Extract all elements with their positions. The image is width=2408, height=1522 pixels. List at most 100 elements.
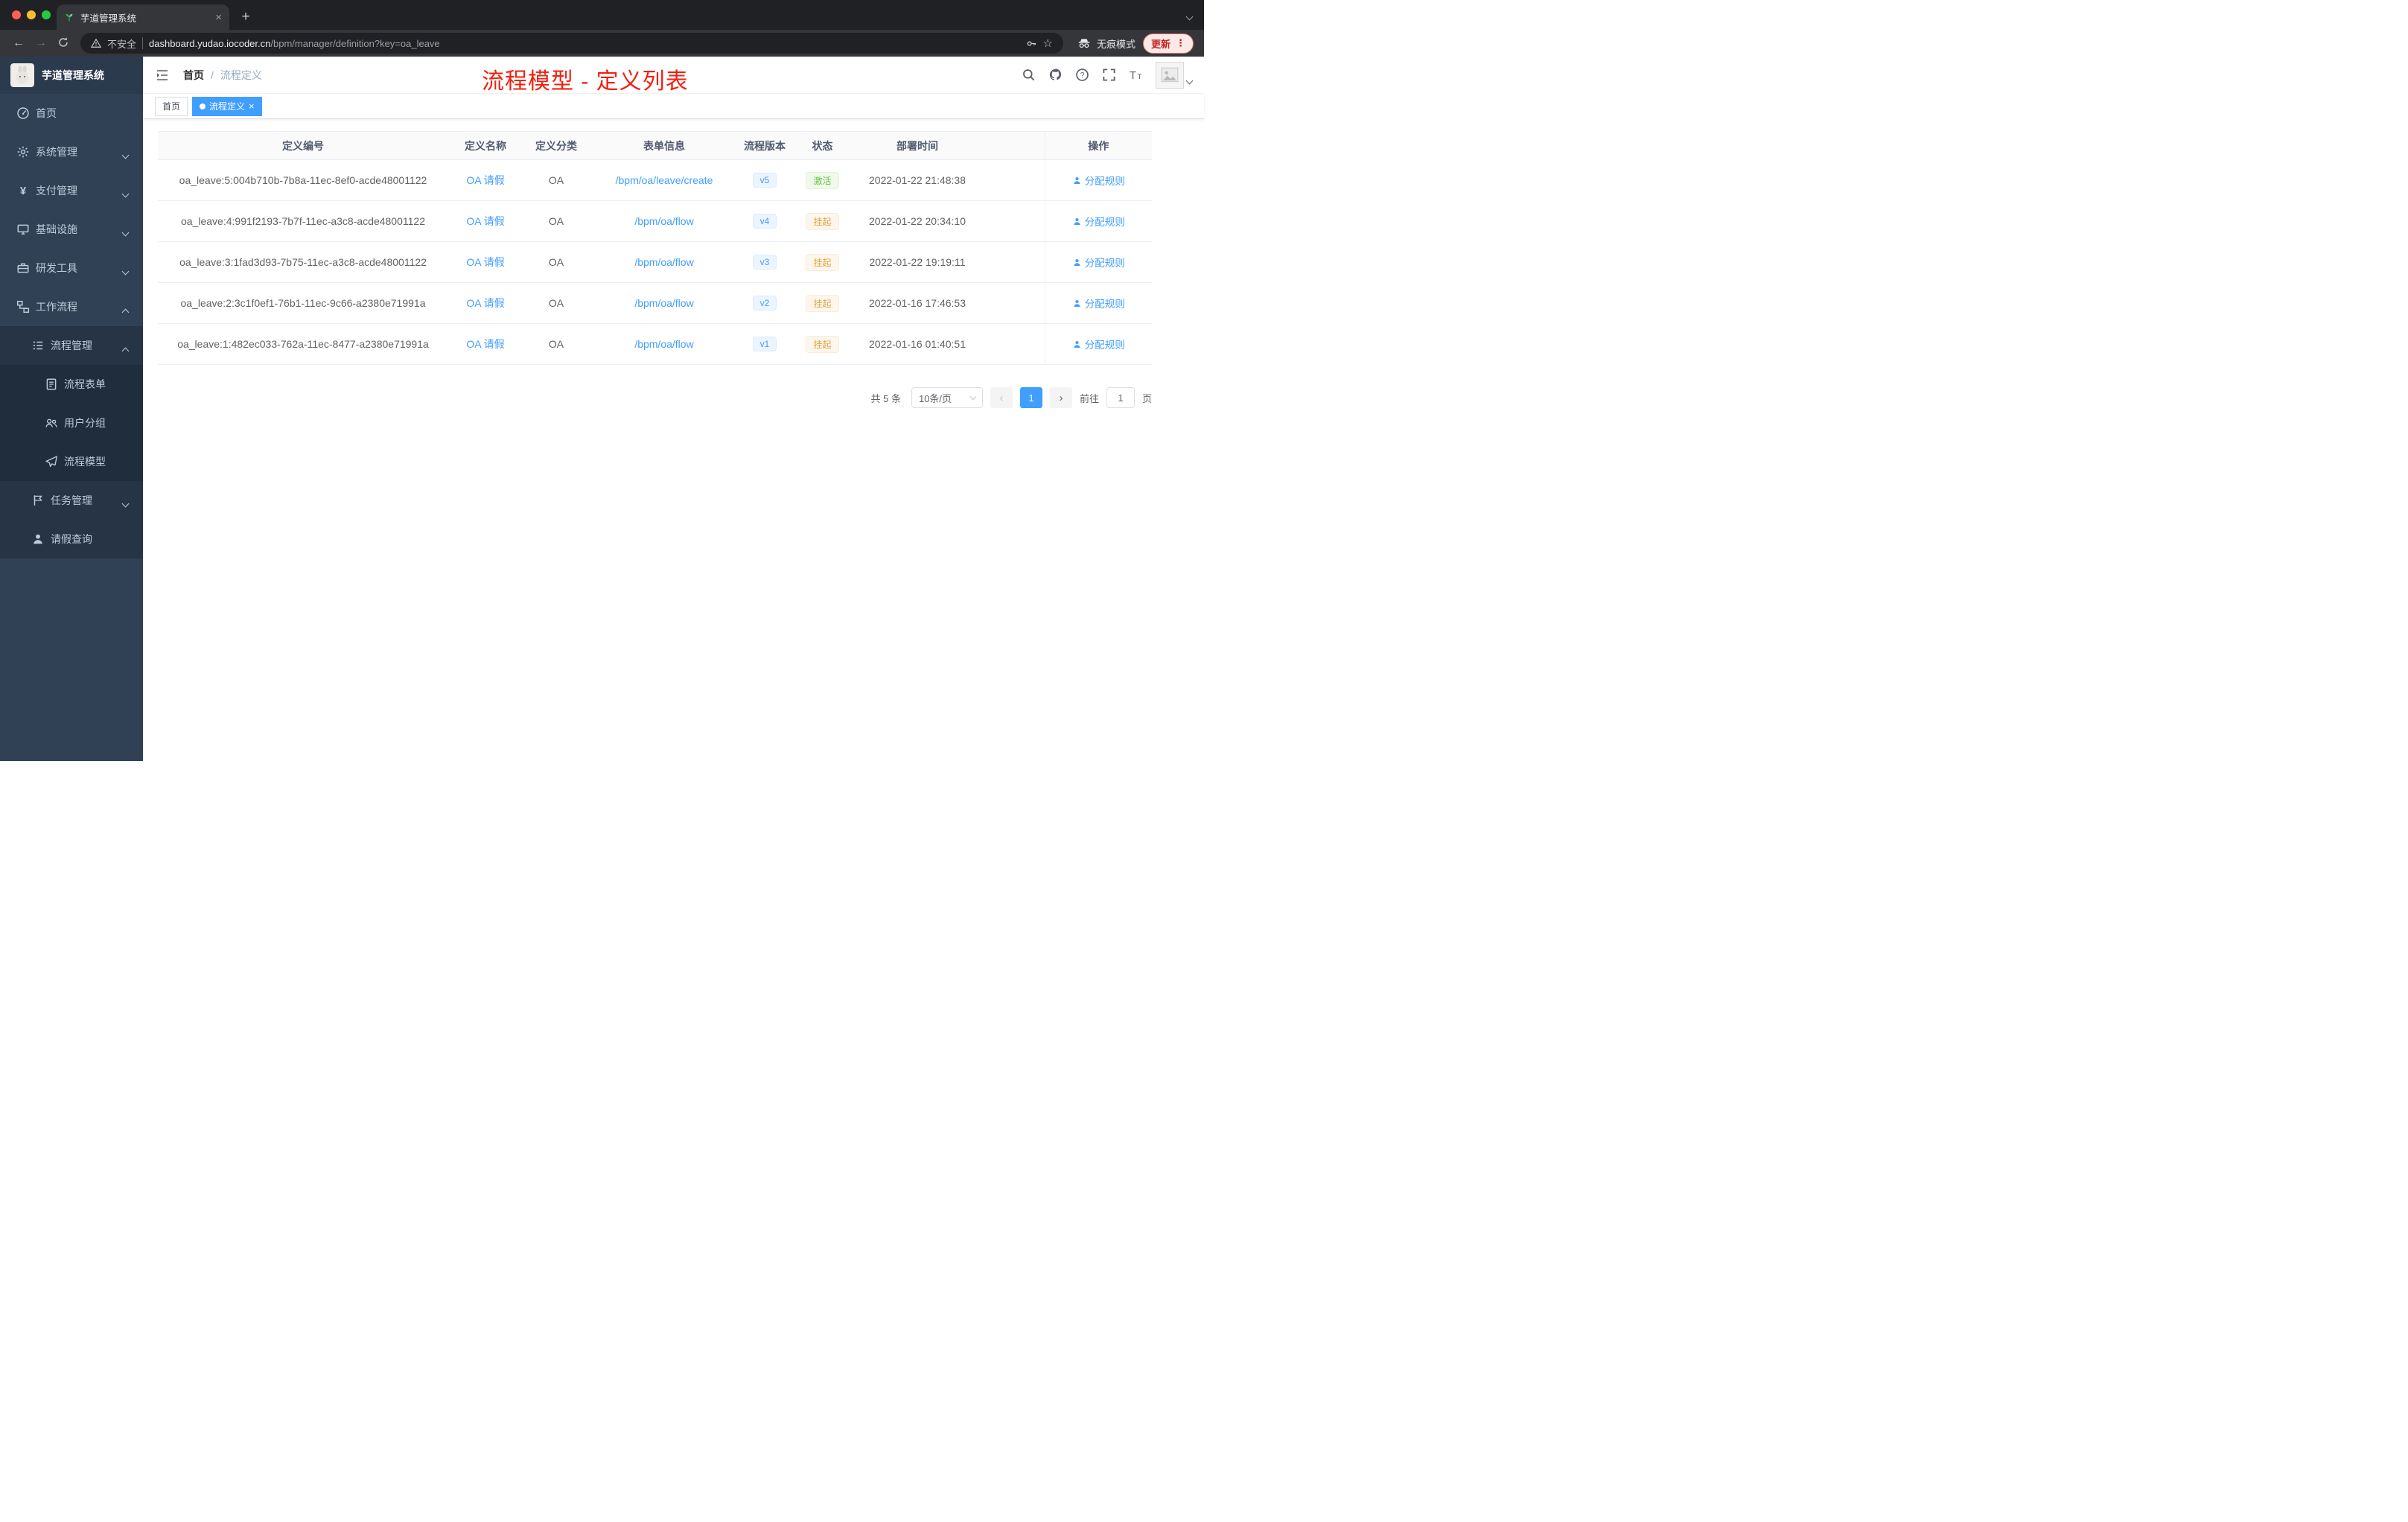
update-label: 更新 xyxy=(1150,38,1170,50)
chevron-down-icon xyxy=(969,393,977,401)
sidebar-item-devtools[interactable]: 研发工具 xyxy=(0,249,143,287)
table-row: oa_leave:5:004b710b-7b8a-11ec-8ef0-acde4… xyxy=(158,159,1152,201)
col-operation: 操作 xyxy=(1044,131,1152,160)
cell-category: OA xyxy=(523,241,590,283)
fullscreen-icon[interactable] xyxy=(1102,68,1116,82)
assign-rule-link[interactable]: 分配规则 xyxy=(1072,296,1125,311)
cell-operation: 分配规则 xyxy=(1044,200,1152,242)
cell-status: 挂起 xyxy=(791,282,854,324)
sidebar-item-user-groups[interactable]: 用户分组 xyxy=(0,404,143,442)
page-size-select[interactable]: 10条/页 xyxy=(911,387,983,408)
pagination-total: 共 5 条 xyxy=(870,392,901,404)
incognito-icon xyxy=(1078,39,1090,48)
version-badge: v2 xyxy=(752,296,777,311)
sidebar-item-workflow[interactable]: 工作流程 xyxy=(0,287,143,326)
assign-rule-link[interactable]: 分配规则 xyxy=(1072,337,1125,351)
goto-page-input[interactable] xyxy=(1106,387,1135,408)
assign-rule-link[interactable]: 分配规则 xyxy=(1072,173,1125,188)
user-avatar xyxy=(1156,61,1184,89)
browser-update-menu-button[interactable]: 更新 ⋮ xyxy=(1142,33,1194,54)
window-minimize-button[interactable] xyxy=(27,10,36,19)
cell-category: OA xyxy=(523,282,590,324)
assign-rule-link[interactable]: 分配规则 xyxy=(1072,255,1125,270)
prev-page-button[interactable]: ‹ xyxy=(990,387,1013,408)
breadcrumb-home[interactable]: 首页 xyxy=(183,68,204,83)
sidebar-item-process-models[interactable]: 流程模型 xyxy=(0,442,143,481)
tag-home[interactable]: 首页 xyxy=(155,96,188,116)
col-definition-id: 定义编号 xyxy=(158,131,448,160)
url-bar[interactable]: 不安全 dashboard.yudao.iocoder.cn/bpm/manag… xyxy=(80,33,1063,54)
definition-name-link[interactable]: OA 请假 xyxy=(466,297,504,309)
tab-close-icon[interactable]: × xyxy=(215,12,222,23)
assign-rule-link[interactable]: 分配规则 xyxy=(1072,214,1125,229)
tab-title: 芋道管理系统 xyxy=(80,13,137,24)
toolbox-icon xyxy=(16,261,30,275)
chevron-down-icon xyxy=(121,148,130,160)
sidebar-logo[interactable]: 芋道管理系统 xyxy=(0,57,143,94)
sidebar-item-system[interactable]: 系统管理 xyxy=(0,133,143,171)
page-unit-label: 页 xyxy=(1141,392,1152,404)
sidebar-item-process-forms[interactable]: 流程表单 xyxy=(0,365,143,404)
page-1-button[interactable]: 1 xyxy=(1019,387,1042,408)
sidebar-item-payment[interactable]: ¥ 支付管理 xyxy=(0,171,143,210)
cell-deploy-time: 2022-01-16 17:46:53 xyxy=(854,282,981,324)
definition-name-link[interactable]: OA 请假 xyxy=(466,215,504,227)
search-icon[interactable] xyxy=(1022,68,1036,82)
assign-rule-label: 分配规则 xyxy=(1084,217,1125,228)
form-link[interactable]: /bpm/oa/flow xyxy=(634,256,693,268)
font-size-icon[interactable]: TT xyxy=(1129,68,1143,82)
new-tab-button[interactable]: + xyxy=(235,7,256,28)
table-row: oa_leave:3:1fad3d93-7b75-11ec-a3c8-acde4… xyxy=(158,241,1152,283)
cell-form-info: /bpm/oa/leave/create xyxy=(590,159,739,201)
cell-definition-name: OA 请假 xyxy=(448,241,523,283)
github-icon[interactable] xyxy=(1048,68,1063,82)
help-icon[interactable]: ? xyxy=(1075,68,1089,82)
user-menu[interactable] xyxy=(1156,61,1194,89)
definition-name-link[interactable]: OA 请假 xyxy=(466,338,504,350)
form-link[interactable]: /bpm/oa/flow xyxy=(634,215,693,227)
window-zoom-button[interactable] xyxy=(42,10,51,19)
cell-version: v1 xyxy=(739,323,791,365)
refresh-button[interactable] xyxy=(52,36,74,50)
tag-close-icon[interactable]: × xyxy=(249,101,255,111)
cell-operation: 分配规则 xyxy=(1044,323,1152,365)
definition-name-link[interactable]: OA 请假 xyxy=(466,174,504,186)
col-deploy-time: 部署时间 xyxy=(854,131,981,160)
window-close-button[interactable] xyxy=(12,10,21,19)
sidebar-item-home[interactable]: 首页 xyxy=(0,94,143,133)
password-key-icon[interactable] xyxy=(1026,38,1037,49)
form-link[interactable]: /bpm/oa/leave/create xyxy=(616,174,713,186)
svg-text:T: T xyxy=(1138,73,1142,81)
forward-button[interactable]: → xyxy=(30,36,52,50)
cell-filler xyxy=(981,159,1045,201)
security-label: 不安全 xyxy=(107,38,137,50)
col-process-version: 流程版本 xyxy=(739,131,791,160)
caret-down-icon xyxy=(1185,74,1194,87)
hamburger-icon[interactable] xyxy=(155,68,170,83)
form-link[interactable]: /bpm/oa/flow xyxy=(634,297,693,309)
security-warning-icon[interactable] xyxy=(90,38,102,49)
chevron-up-icon xyxy=(121,344,130,356)
breadcrumb-current: 流程定义 xyxy=(220,69,262,81)
next-page-button[interactable]: › xyxy=(1049,387,1072,408)
back-button[interactable]: ← xyxy=(7,36,30,50)
status-badge: 激活 xyxy=(806,171,839,189)
form-link[interactable]: /bpm/oa/flow xyxy=(634,338,693,350)
cell-form-info: /bpm/oa/flow xyxy=(590,241,739,283)
sidebar-item-process-management[interactable]: 流程管理 xyxy=(0,326,143,365)
browser-chrome: 芋道管理系统 × + ← → 不安全 dashboard.yudao.iocod… xyxy=(0,0,1204,57)
sidebar-item-task-management[interactable]: 任务管理 xyxy=(0,481,143,520)
list-icon xyxy=(31,339,45,352)
definition-name-link[interactable]: OA 请假 xyxy=(466,256,504,268)
cell-status: 挂起 xyxy=(791,241,854,283)
cell-definition-id: oa_leave:4:991f2193-7b7f-11ec-a3c8-acde4… xyxy=(158,200,448,242)
bookmark-star-icon[interactable]: ☆ xyxy=(1043,36,1053,50)
dashboard-icon xyxy=(16,106,30,120)
form-icon xyxy=(45,378,58,391)
tag-process-definition[interactable]: 流程定义 × xyxy=(192,96,262,116)
sidebar-item-infrastructure[interactable]: 基础设施 xyxy=(0,210,143,249)
tab-search-caret-icon[interactable] xyxy=(1185,10,1194,23)
browser-tab[interactable]: 芋道管理系统 × xyxy=(57,4,229,30)
cell-definition-name: OA 请假 xyxy=(448,323,523,365)
sidebar-item-leave-query[interactable]: 请假查询 xyxy=(0,520,143,558)
